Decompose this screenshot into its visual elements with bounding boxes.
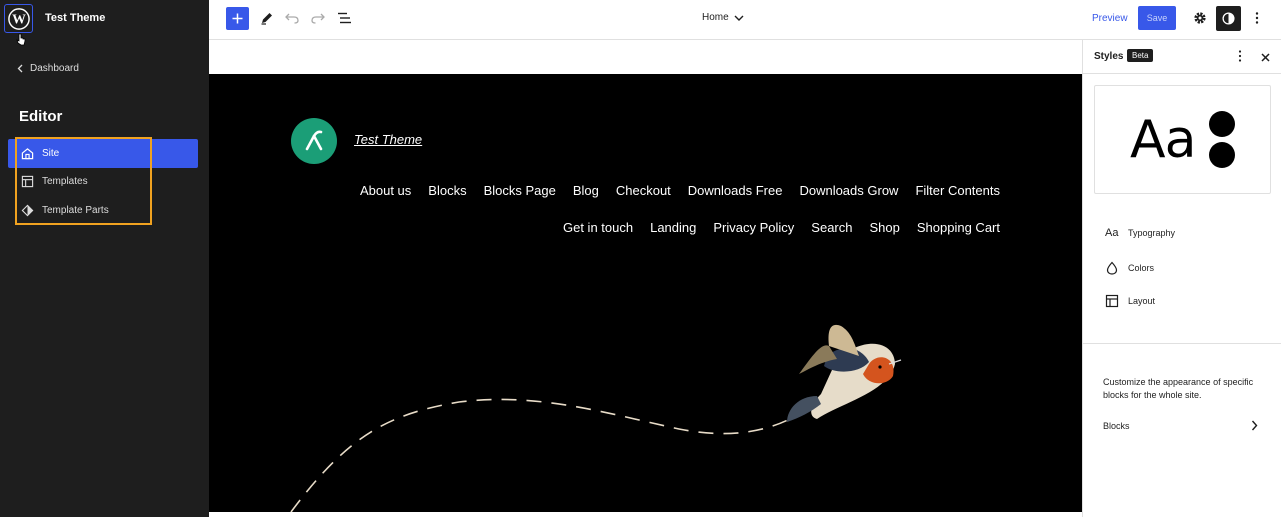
menu-item[interactable]: Shopping Cart bbox=[917, 220, 1000, 235]
layout-icon bbox=[21, 176, 34, 188]
plus-icon bbox=[232, 13, 243, 24]
symbol-icon bbox=[21, 204, 34, 217]
svg-text:W: W bbox=[12, 11, 26, 26]
options-menu-button[interactable] bbox=[1248, 9, 1266, 27]
site-logo[interactable] bbox=[291, 118, 337, 164]
chevron-left-icon bbox=[17, 64, 23, 73]
canvas-bottom-spacer bbox=[209, 512, 1082, 517]
styles-panel: Styles Beta Aa Aa Typography Colors Layo… bbox=[1082, 40, 1281, 517]
site-canvas[interactable]: Test Theme About us Blocks Blocks Page B… bbox=[209, 74, 1082, 512]
styles-nav-label: Typography bbox=[1128, 228, 1176, 238]
styles-more-button[interactable] bbox=[1233, 49, 1247, 68]
navigation-menu-row-1: About us Blocks Blocks Page Blog Checkou… bbox=[360, 183, 1000, 198]
site-title: Test Theme bbox=[45, 12, 106, 24]
redo-icon bbox=[311, 13, 325, 24]
typography-icon: Aa bbox=[1105, 227, 1119, 239]
navigation-menu-row-2: Get in touch Landing Privacy Policy Sear… bbox=[563, 220, 1000, 235]
sidebar-item-site[interactable]: Site bbox=[8, 139, 198, 168]
undo-icon bbox=[285, 13, 299, 24]
document-title: Home bbox=[702, 12, 729, 23]
logo-mark-icon bbox=[305, 130, 323, 151]
editor-sidebar: W Test Theme Dashboard Editor Site Templ… bbox=[0, 0, 209, 517]
wordpress-logo-button[interactable]: W bbox=[4, 4, 33, 33]
chevron-down-icon bbox=[734, 15, 744, 21]
menu-item[interactable]: Blocks Page bbox=[484, 183, 556, 198]
styles-toggle-button[interactable] bbox=[1216, 6, 1241, 31]
sidebar-item-templates[interactable]: Templates bbox=[8, 168, 198, 197]
hummingbird-illustration bbox=[787, 324, 902, 422]
more-vertical-icon bbox=[1255, 12, 1259, 24]
hero-illustration bbox=[290, 324, 902, 512]
menu-item[interactable]: Blog bbox=[573, 183, 599, 198]
redo-button[interactable] bbox=[309, 9, 327, 27]
menu-item[interactable]: Get in touch bbox=[563, 220, 633, 235]
menu-item[interactable]: About us bbox=[360, 183, 411, 198]
styles-nav-blocks[interactable]: Blocks bbox=[1103, 420, 1258, 431]
menu-item[interactable]: Checkout bbox=[616, 183, 671, 198]
pencil-icon bbox=[261, 13, 272, 25]
close-panel-button[interactable] bbox=[1260, 50, 1271, 68]
site-name-link[interactable]: Test Theme bbox=[354, 132, 422, 147]
mouse-cursor-icon bbox=[16, 33, 26, 46]
blocks-description: Customize the appearance of specific blo… bbox=[1103, 377, 1254, 400]
color-swatch bbox=[1209, 111, 1235, 137]
style-preview-card[interactable]: Aa bbox=[1094, 85, 1271, 194]
menu-item[interactable]: Downloads Free bbox=[688, 183, 783, 198]
color-swatch bbox=[1209, 142, 1235, 168]
blocks-label: Blocks bbox=[1103, 420, 1130, 431]
menu-item[interactable]: Filter Contents bbox=[915, 183, 1000, 198]
editor-heading: Editor bbox=[19, 108, 63, 125]
styles-nav-label: Layout bbox=[1128, 296, 1156, 306]
contrast-icon bbox=[1222, 12, 1235, 25]
menu-item[interactable]: Downloads Grow bbox=[799, 183, 898, 198]
menu-item[interactable]: Shop bbox=[870, 220, 900, 235]
sidebar-item-label: Template Parts bbox=[42, 204, 109, 216]
panel-divider bbox=[1083, 343, 1281, 344]
styles-nav-typography[interactable]: Aa Typography bbox=[1105, 227, 1175, 239]
menu-item[interactable]: Landing bbox=[650, 220, 696, 235]
home-icon bbox=[21, 147, 34, 159]
styles-nav-layout[interactable]: Layout bbox=[1105, 294, 1155, 308]
menu-item[interactable]: Privacy Policy bbox=[713, 220, 794, 235]
gear-icon bbox=[1194, 12, 1206, 24]
canvas-top-spacer bbox=[209, 40, 1082, 74]
preview-button[interactable]: Preview bbox=[1092, 13, 1128, 24]
list-view-button[interactable] bbox=[335, 9, 353, 27]
sidebar-item-label: Site bbox=[42, 147, 60, 159]
styles-nav-label: Colors bbox=[1128, 263, 1155, 273]
menu-item[interactable]: Search bbox=[811, 220, 852, 235]
document-title-dropdown[interactable]: Home bbox=[702, 12, 744, 23]
list-view-icon bbox=[337, 12, 351, 24]
sidebar-item-template-parts[interactable]: Template Parts bbox=[8, 196, 198, 225]
close-icon bbox=[1261, 53, 1270, 62]
undo-button[interactable] bbox=[283, 9, 301, 27]
edit-tool-button[interactable] bbox=[258, 9, 276, 27]
settings-button[interactable] bbox=[1191, 9, 1209, 27]
styles-nav-colors[interactable]: Colors bbox=[1105, 261, 1154, 275]
dashboard-back-link[interactable]: Dashboard bbox=[17, 63, 79, 74]
beta-badge: Beta bbox=[1127, 49, 1154, 62]
more-vertical-icon bbox=[1238, 50, 1242, 62]
dashboard-label: Dashboard bbox=[30, 63, 79, 74]
droplet-icon bbox=[1106, 261, 1118, 275]
chevron-right-icon bbox=[1251, 420, 1258, 431]
layout-icon bbox=[1105, 294, 1119, 308]
menu-item[interactable]: Blocks bbox=[428, 183, 466, 198]
panel-title: Styles bbox=[1094, 51, 1124, 62]
save-button[interactable]: Save bbox=[1138, 6, 1176, 30]
add-block-button[interactable] bbox=[226, 7, 249, 30]
typography-preview: Aa bbox=[1130, 110, 1196, 170]
editor-toolbar: Home Preview Save bbox=[209, 0, 1281, 40]
sidebar-item-label: Templates bbox=[42, 176, 88, 188]
sidebar-nav: Site Templates Template Parts bbox=[8, 139, 198, 225]
wordpress-icon: W bbox=[7, 7, 30, 30]
styles-panel-header: Styles Beta bbox=[1083, 40, 1281, 74]
